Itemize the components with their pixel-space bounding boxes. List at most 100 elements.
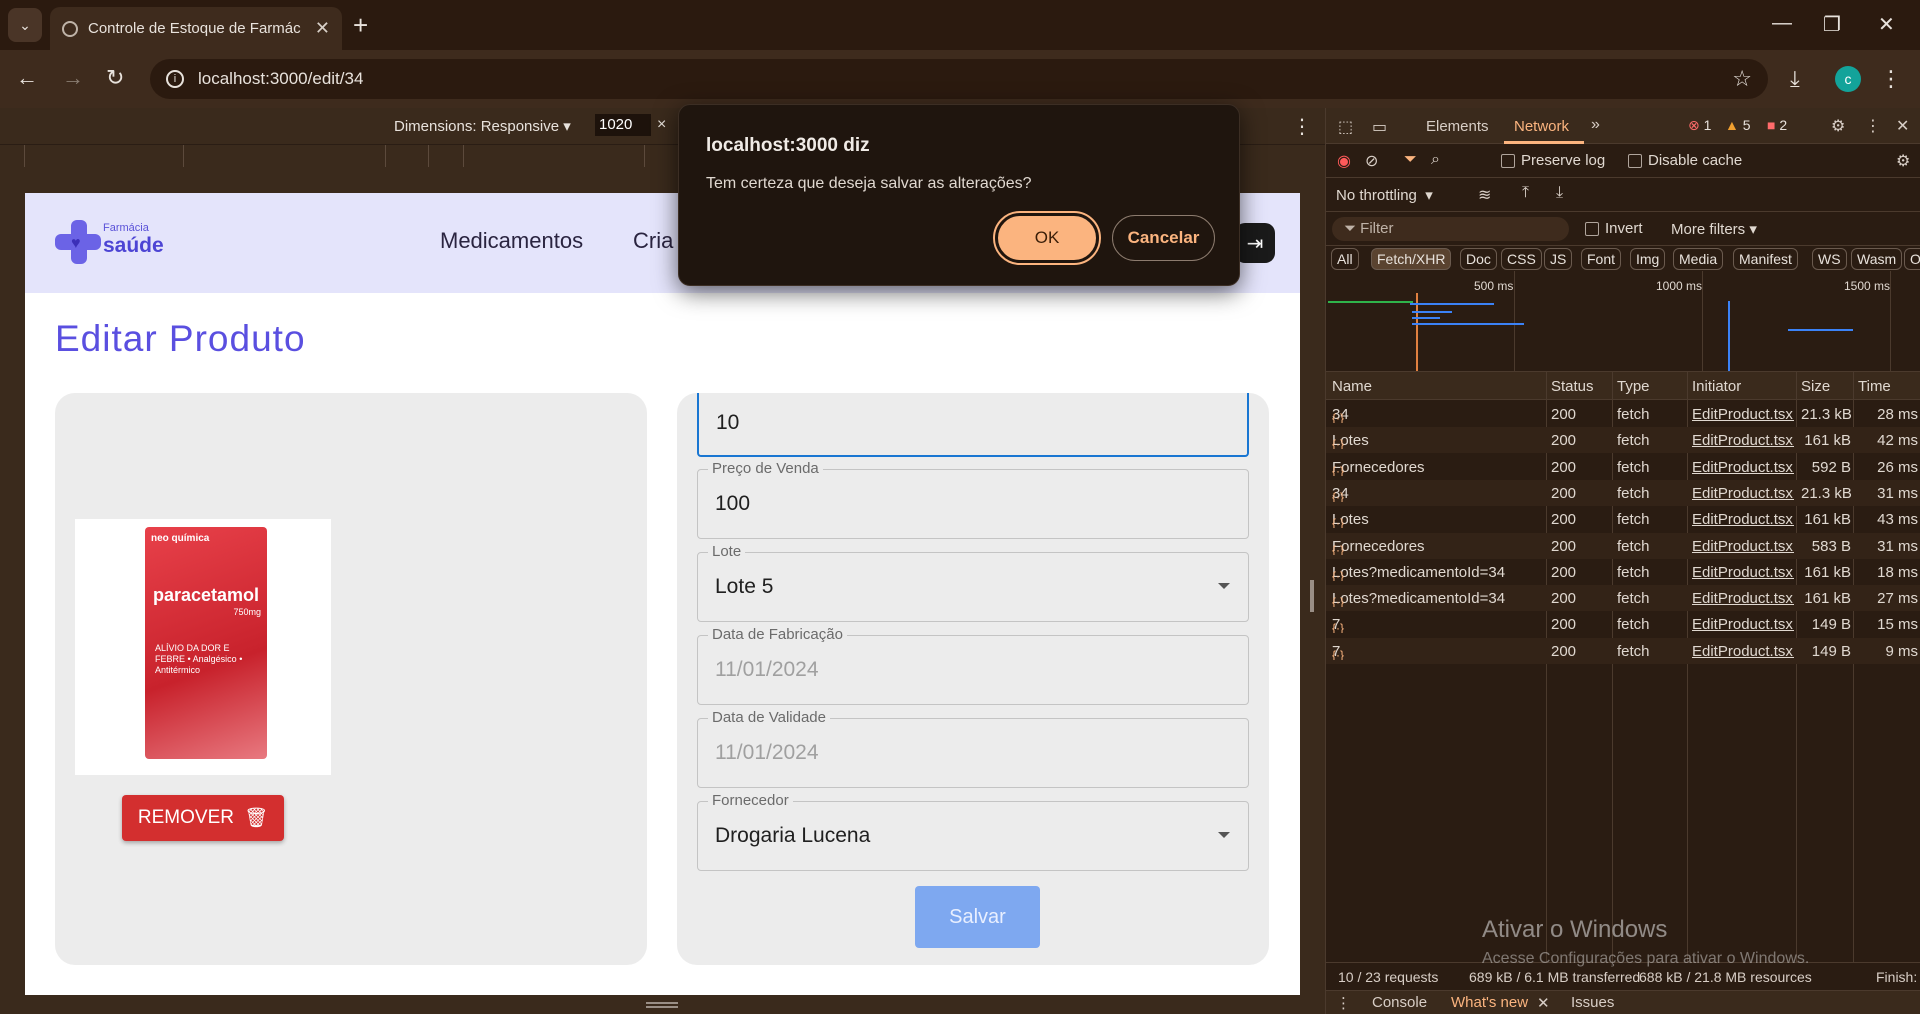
table-row[interactable]: {·} Lotes 200 fetch EditProduct.tsx: 161 kB 4… [1326,427,1920,454]
table-row[interactable]: {·} Fornecedores 200 fetch EditProduct.tsx:… [1326,454,1920,480]
close-tab-icon[interactable]: ✕ [315,18,330,39]
preserve-log-checkbox[interactable]: Preserve log [1501,152,1605,169]
tab-search-button[interactable]: ⌄ [8,8,42,42]
network-timeline-overview[interactable]: 500 ms 1000 ms 1500 ms [1326,271,1920,372]
ok-button[interactable]: OK [993,211,1101,265]
viewport-resize-handle[interactable] [0,995,1325,1014]
more-filters-dropdown[interactable]: More filters ▾ [1671,220,1757,238]
export-har-icon[interactable]: ⤓ [1556,184,1563,202]
clear-icon[interactable]: ⊘ [1365,151,1378,171]
browser-tab[interactable]: Controle de Estoque de Farmác ✕ [50,7,342,50]
request-initiator[interactable]: EditProduct.tsx: [1692,590,1794,607]
table-row[interactable]: {·} 7 200 fetch EditProduct.tsx: 149 B 15 ms [1326,611,1920,637]
request-initiator[interactable]: EditProduct.tsx: [1692,459,1794,476]
request-initiator[interactable]: EditProduct.tsx: [1692,432,1794,449]
tab-network[interactable]: Network [1514,118,1569,135]
request-initiator[interactable]: EditProduct.tsx: [1692,616,1794,633]
browser-menu-icon[interactable]: ⋮ [1880,66,1902,92]
reload-icon[interactable]: ↻ [106,65,124,91]
request-initiator[interactable]: EditProduct.tsx: [1692,406,1794,423]
col-name[interactable]: Name [1332,378,1372,395]
drawer-menu-icon[interactable]: ⋮ [1336,994,1351,1012]
save-button[interactable]: Salvar [915,886,1040,948]
close-devtools-icon[interactable]: ✕ [1896,116,1909,136]
col-size[interactable]: Size [1801,378,1830,395]
back-icon[interactable]: ← [16,65,38,91]
nav-criar[interactable]: Cria [633,228,673,254]
request-initiator[interactable]: EditProduct.tsx: [1692,643,1794,660]
device-toggle-icon[interactable]: ▭ [1372,117,1387,137]
lot-select[interactable]: Lote Lote 5 [697,543,1249,622]
filter-all[interactable]: All [1331,248,1359,270]
drawer-tab-console[interactable]: Console [1372,994,1427,1011]
filter-input[interactable]: ⏷ Filter [1332,217,1569,241]
search-icon[interactable]: ⌕ [1431,151,1440,169]
new-tab-button[interactable]: + [353,10,368,41]
drawer-tab-issues[interactable]: Issues [1571,994,1614,1011]
table-row[interactable]: {·} Lotes 200 fetch EditProduct.tsx: 161 kB 4… [1326,506,1920,532]
devtools-menu-icon[interactable]: ⋮ [1865,116,1881,136]
inspect-element-icon[interactable]: ⬚ [1338,117,1353,137]
filter-css[interactable]: CSS [1501,248,1542,270]
record-icon[interactable]: ◉ [1337,151,1351,171]
filter-js[interactable]: JS [1544,248,1573,270]
invert-checkbox[interactable]: Invert [1585,220,1643,237]
error-count[interactable]: ⊗ 1 [1688,117,1711,134]
filter-wasm[interactable]: Wasm [1851,248,1903,270]
filter-doc[interactable]: Doc [1460,248,1497,270]
table-row[interactable]: {·} 7 200 fetch EditProduct.tsx: 149 B9 ms [1326,637,1920,664]
viewport-side-resize-handle[interactable] [1310,580,1314,612]
warning-count[interactable]: ▲ 5 [1725,117,1751,133]
table-row[interactable]: {·} 34 200 fetch EditProduct.tsx: 21.3 kB 31 … [1326,479,1920,506]
table-row[interactable]: {·} Lotes?medicamentoId=34 200 fetch EditPr… [1326,585,1920,612]
drawer-tab-whats-new[interactable]: What's new [1451,994,1528,1011]
site-info-icon[interactable]: i [166,70,184,88]
col-status[interactable]: Status [1551,378,1594,395]
import-har-icon[interactable]: ⤒ [1522,184,1529,202]
throttling-dropdown[interactable]: No throttling ▾ [1336,186,1433,204]
filter-icon[interactable]: ⏷ [1404,151,1417,169]
sale-price-field[interactable]: Preço de Venda 100 [697,460,1249,539]
width-input[interactable]: 1020 [595,114,651,136]
close-whats-new-icon[interactable]: ✕ [1537,994,1550,1012]
request-initiator[interactable]: EditProduct.tsx: [1692,485,1794,502]
col-time[interactable]: Time [1858,378,1891,395]
network-settings-icon[interactable]: ⚙ [1896,151,1910,171]
issue-count[interactable]: ■ 2 [1767,117,1787,133]
col-initiator[interactable]: Initiator [1692,378,1741,395]
forward-icon[interactable]: → [62,65,84,91]
close-window-icon[interactable]: ✕ [1878,12,1895,37]
filter-ws[interactable]: WS [1812,248,1847,270]
logout-button[interactable]: ⇥ [1235,223,1275,263]
filter-manifest[interactable]: Manifest [1733,248,1798,270]
tab-elements[interactable]: Elements [1426,118,1489,135]
nav-medicamentos[interactable]: Medicamentos [440,228,583,254]
filter-font[interactable]: Font [1581,248,1622,270]
quantity-field[interactable]: 10 [697,393,1249,457]
bookmark-star-icon[interactable]: ☆ [1732,66,1752,92]
table-row[interactable]: {·} Fornecedores 200 fetch EditProduct.tsx:… [1326,532,1920,559]
filter-media[interactable]: Media [1673,248,1724,270]
request-initiator[interactable]: EditProduct.tsx: [1692,511,1794,528]
remove-button[interactable]: REMOVER 🗑 [122,795,284,841]
settings-gear-icon[interactable]: ⚙ [1831,116,1845,136]
supplier-select[interactable]: Fornecedor Drogaria Lucena [697,792,1249,871]
col-type[interactable]: Type [1617,378,1650,395]
table-row[interactable]: {·} 34 200 fetch EditProduct.tsx: 21.3 kB 28 … [1326,401,1920,427]
filter-other[interactable]: O [1904,248,1920,270]
request-initiator[interactable]: EditProduct.tsx: [1692,564,1794,581]
profile-avatar[interactable]: c [1835,66,1861,92]
request-initiator[interactable]: EditProduct.tsx: [1692,538,1794,555]
download-icon[interactable]: ⤓ [1790,66,1800,92]
cancel-button[interactable]: Cancelar [1112,215,1215,261]
minimize-icon[interactable]: — [1772,12,1792,35]
restore-icon[interactable]: ❐ [1823,12,1841,37]
filter-img[interactable]: Img [1630,248,1666,270]
filter-fetch-xhr[interactable]: Fetch/XHR [1371,248,1452,270]
site-logo[interactable]: ♥ Farmácia saúde [55,220,165,270]
more-tabs-icon[interactable]: » [1591,116,1600,134]
network-conditions-icon[interactable]: ≋ [1478,185,1491,205]
device-options-icon[interactable]: ⋮ [1292,114,1312,139]
address-bar[interactable]: i localhost:3000/edit/34 ☆ [150,59,1768,99]
dimensions-dropdown[interactable]: Dimensions: Responsive ▾ [394,117,571,135]
